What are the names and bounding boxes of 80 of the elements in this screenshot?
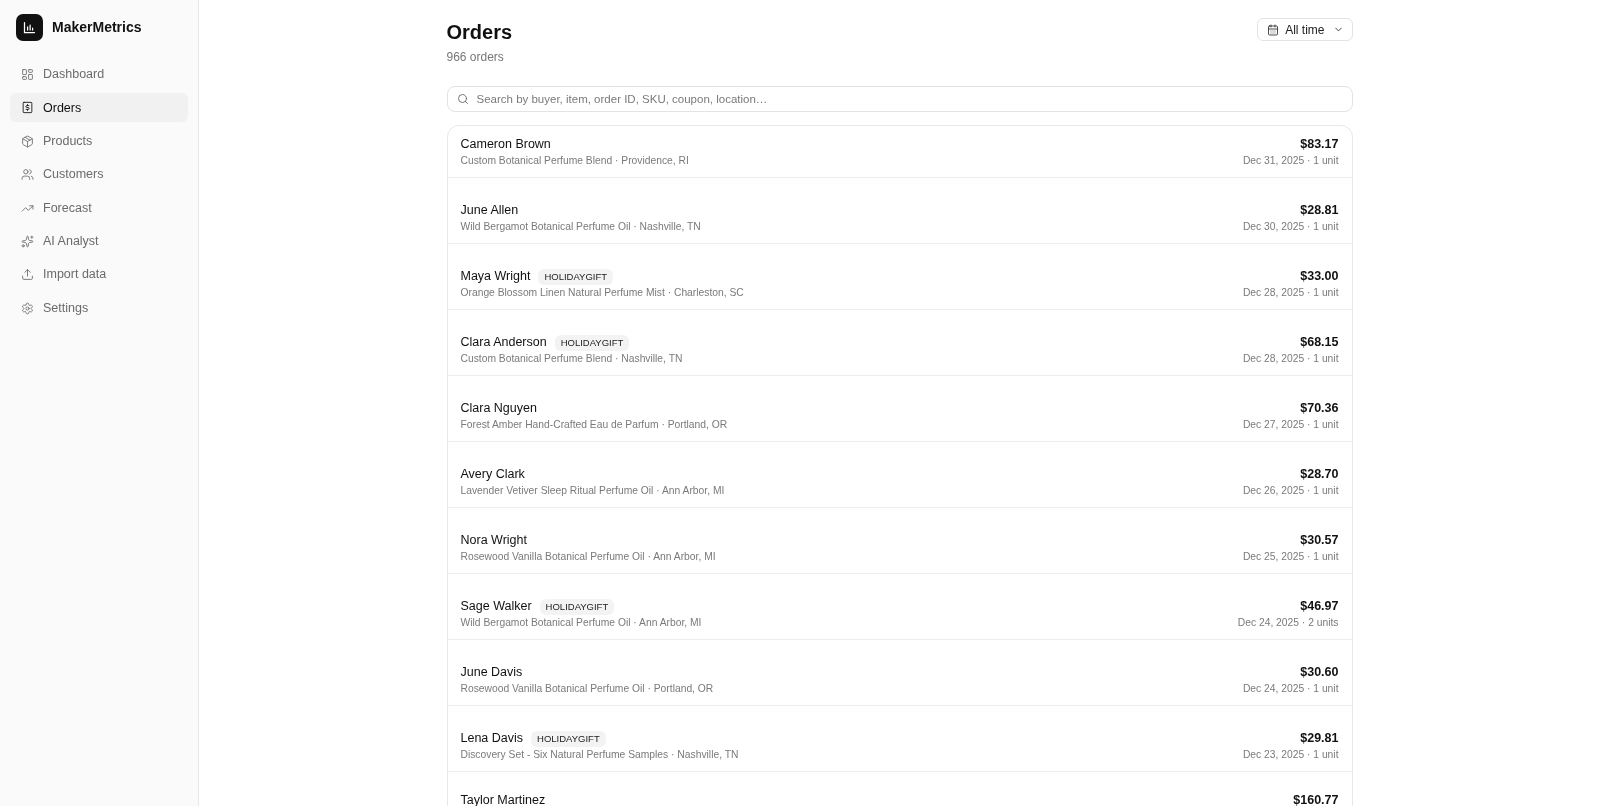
order-detail: Orange Blossom Linen Natural Perfume Mist · Charleston, SC	[460, 286, 744, 300]
order-date-units: Dec 27, 2025 · 1 unit	[1242, 418, 1339, 432]
settings-icon	[21, 301, 34, 315]
buyer-name: Maya Wright	[460, 268, 531, 285]
order-total: $68.15	[1300, 334, 1339, 351]
order-row[interactable]: Cameron Brown Custom Botanical Perfume Blend · Providence, RI $83.17 Dec 31, 2025 · 1 unit	[447, 126, 1352, 178]
order-total: $29.81	[1300, 730, 1339, 747]
search-field[interactable]: Search by buyer, item, order ID, SKU, coupon, location…	[446, 86, 1353, 112]
order-detail: Discovery Set - Six Natural Perfume Samples · Nashville, TN	[460, 748, 739, 762]
buyer-name: Cameron Brown	[460, 136, 551, 153]
coupon-tag: HOLIDAYGIFT	[554, 334, 630, 351]
order-total: $30.57	[1300, 532, 1339, 549]
sidebar-nav-item[interactable]: Forecast	[10, 193, 188, 223]
buyer-name: Sage Walker	[460, 598, 532, 615]
users-icon	[21, 168, 34, 182]
sidebar-nav-item[interactable]: AI Analyst	[10, 226, 188, 256]
logo-icon	[16, 14, 43, 41]
order-date-units: Dec 25, 2025 · 1 unit	[1242, 550, 1339, 564]
order-total: $28.70	[1300, 466, 1339, 483]
order-total: $33.00	[1300, 268, 1339, 285]
order-detail: Forest Amber Hand-Crafted Eau de Parfum · Portland, OR	[460, 418, 728, 432]
buyer-name: June Allen	[460, 202, 519, 219]
order-date-units: Dec 31, 2025 · 1 unit	[1242, 154, 1339, 168]
page-title: Orders	[446, 20, 513, 45]
dollar-document-icon	[21, 101, 34, 115]
app-name: MakerMetrics	[52, 18, 142, 37]
coupon-tag: HOLIDAYGIFT	[531, 730, 606, 747]
order-date-units: Dec 28, 2025 · 1 unit	[1242, 352, 1339, 366]
order-date-units: Dec 28, 2025 · 1 unit	[1242, 286, 1339, 300]
order-row[interactable]: June Allen Wild Bergamot Botanical Perfume Oil · Nashville, TN $28.81 Dec 30, 2025 · 1 unit	[447, 178, 1352, 244]
buyer-name: Taylor Martinez	[460, 794, 546, 806]
calendar-icon	[1267, 23, 1280, 36]
search-icon	[456, 93, 469, 105]
order-date-units: Dec 24, 2025 · 2 units	[1237, 616, 1339, 630]
order-row[interactable]: Clara Nguyen Forest Amber Hand-Crafted Eau de Parfum · Portland, OR $70.36 Dec 27, 2025 · 1 unit	[447, 376, 1352, 442]
dashboard-icon	[21, 68, 34, 81]
buyer-name: Nora Wright	[460, 532, 527, 549]
order-date-units: Dec 26, 2025 · 1 unit	[1242, 484, 1339, 498]
order-detail: Rosewood Vanilla Botanical Perfume Oil · Ann Arbor, MI	[460, 550, 716, 564]
order-detail: Wild Bergamot Botanical Perfume Oil · Ann Arbor, MI	[460, 616, 702, 630]
coupon-tag: HOLIDAYGIFT	[538, 268, 614, 285]
box-icon	[21, 134, 34, 148]
order-detail: Custom Botanical Perfume Blend · Providence, RI	[460, 154, 689, 168]
sparkles-icon	[21, 234, 34, 248]
order-row[interactable]: June Davis Rosewood Vanilla Botanical Perfume Oil · Portland, OR $30.60 Dec 24, 2025 · 1 unit	[447, 640, 1352, 706]
order-date-units: Dec 24, 2025 · 1 unit	[1242, 682, 1339, 696]
buyer-name: June Davis	[460, 664, 523, 681]
order-total: $28.81	[1300, 202, 1339, 219]
sidebar-nav-item[interactable]: Settings	[10, 293, 188, 323]
order-row[interactable]: Maya Wright HOLIDAYGIFT Orange Blossom Linen Natural Perfume Mist · Charleston, SC $33.00 Dec 28, 2025 · 1 unit	[447, 244, 1352, 310]
order-row[interactable]: Avery Clark Lavender Vetiver Sleep Ritual Perfume Oil · Ann Arbor, MI $28.70 Dec 26, 2025 · 1 unit	[447, 442, 1352, 508]
order-total: $70.36	[1300, 400, 1339, 417]
upload-icon	[21, 268, 34, 282]
order-row[interactable]: Taylor Martinez $160.77	[447, 772, 1352, 806]
buyer-name: Clara Anderson	[460, 334, 547, 351]
order-row[interactable]: Lena Davis HOLIDAYGIFT Discovery Set - Six Natural Perfume Samples · Nashville, TN $29.81 Dec 23, 2025 · 1 unit	[447, 706, 1352, 772]
order-detail: Rosewood Vanilla Botanical Perfume Oil · Portland, OR	[460, 682, 714, 696]
buyer-name: Avery Clark	[460, 466, 525, 483]
order-date-units: Dec 23, 2025 · 1 unit	[1242, 748, 1339, 762]
order-total: $160.77	[1293, 794, 1339, 806]
date-range-dropdown[interactable]: All time	[1257, 18, 1353, 41]
sidebar-nav-item[interactable]: Orders	[10, 93, 188, 123]
order-date-units: Dec 30, 2025 · 1 unit	[1242, 220, 1339, 234]
order-row[interactable]: Nora Wright Rosewood Vanilla Botanical Perfume Oil · Ann Arbor, MI $30.57 Dec 25, 2025 · 1 unit	[447, 508, 1352, 574]
order-total: $30.60	[1300, 664, 1339, 681]
sidebar-nav-item[interactable]: Products	[10, 126, 188, 156]
order-detail: Custom Botanical Perfume Blend · Nashville, TN	[460, 352, 683, 366]
order-total: $46.97	[1300, 598, 1339, 615]
sidebar-nav-item[interactable]: Customers	[10, 160, 188, 190]
order-detail: Lavender Vetiver Sleep Ritual Perfume Oil · Ann Arbor, MI	[460, 484, 725, 498]
sidebar-nav-item[interactable]: Dashboard	[10, 60, 188, 89]
order-count: 966 orders	[446, 49, 505, 65]
order-row[interactable]: Sage Walker HOLIDAYGIFT Wild Bergamot Botanical Perfume Oil · Ann Arbor, MI $46.97 Dec 24, 2025 · 2 units	[447, 574, 1352, 640]
buyer-name: Clara Nguyen	[460, 400, 537, 417]
order-total: $83.17	[1300, 136, 1339, 153]
order-row[interactable]: Clara Anderson HOLIDAYGIFT Custom Botanical Perfume Blend · Nashville, TN $68.15 Dec 28, 2025 · 1 unit	[447, 310, 1352, 376]
sidebar-nav-item[interactable]: Import data	[10, 260, 188, 290]
buyer-name: Lena Davis	[460, 730, 524, 747]
order-detail: Wild Bergamot Botanical Perfume Oil · Nashville, TN	[460, 220, 701, 234]
coupon-tag: HOLIDAYGIFT	[539, 598, 615, 615]
